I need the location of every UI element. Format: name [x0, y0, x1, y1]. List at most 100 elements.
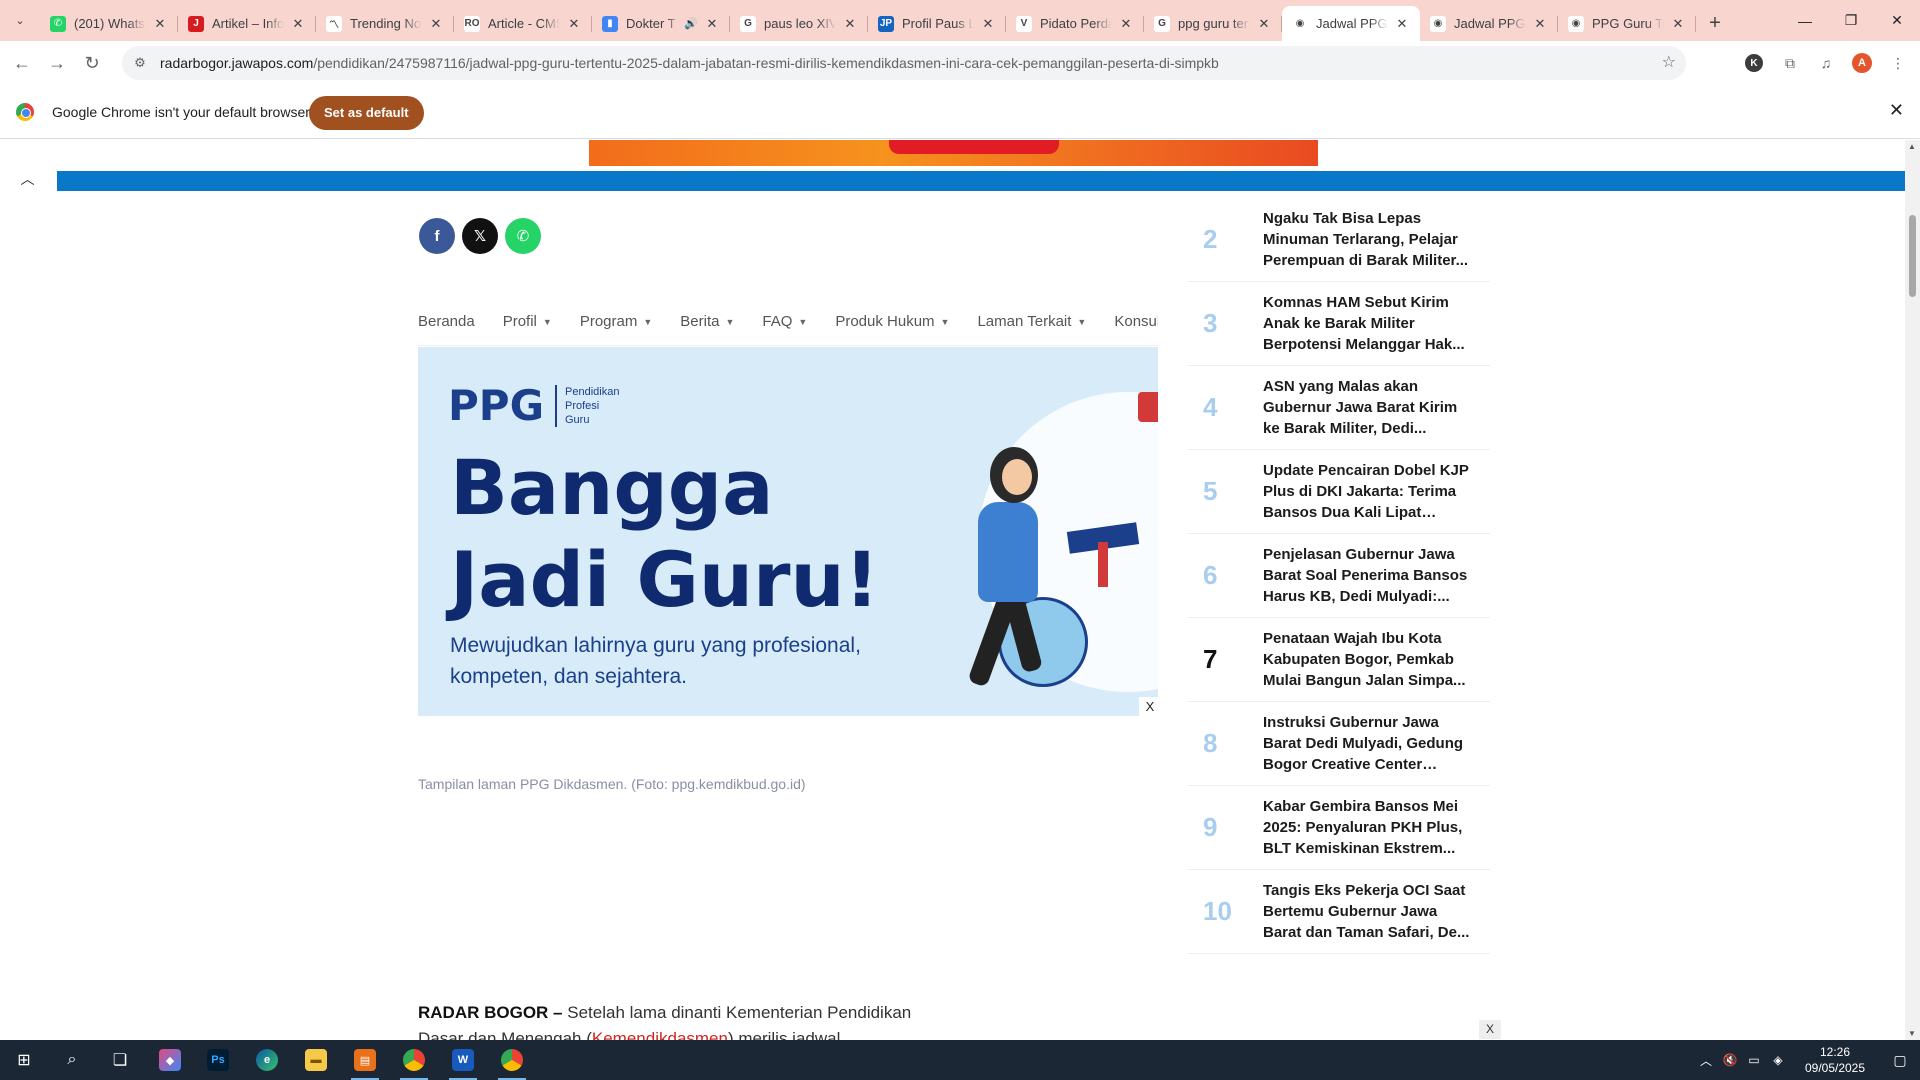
browser-tab[interactable]: J Artikel – Info ✕ — [178, 6, 316, 41]
nav-item[interactable]: Konsultasi — [1114, 313, 1158, 330]
menu-kebab-icon[interactable]: ⋮ — [1884, 49, 1912, 77]
audio-playing-icon[interactable]: 🔊 — [684, 17, 698, 30]
browser-tab[interactable]: ◉ PPG Guru Te ✕ — [1558, 6, 1696, 41]
tab-close-icon[interactable]: ✕ — [1118, 16, 1134, 32]
scrollbar-thumb[interactable] — [1909, 215, 1916, 297]
popular-article-item[interactable]: 3 Komnas HAM Sebut Kirim Anak ke Barak Mi… — [1187, 282, 1490, 366]
file-explorer-icon[interactable]: ▬ — [292, 1040, 340, 1080]
browser-tab[interactable]: ◉ Jadwal PPG ✕ — [1420, 6, 1558, 41]
extension-k-icon[interactable]: K — [1740, 49, 1768, 77]
whatsapp-share-icon[interactable]: ✆ — [505, 218, 541, 254]
top-ad-banner[interactable] — [589, 140, 1318, 166]
nav-item[interactable]: Produk Hukum ▼ — [835, 313, 949, 330]
popular-article-item[interactable]: 2 Ngaku Tak Bisa Lepas Minuman Terlarang,… — [1187, 198, 1490, 282]
browser-tab[interactable]: JP Profil Paus Le ✕ — [868, 6, 1006, 41]
popular-article-title[interactable]: Tangis Eks Pekerja OCI Saat Bertemu Gube… — [1263, 880, 1473, 943]
tab-close-icon[interactable]: ✕ — [290, 16, 306, 32]
scroll-down-icon[interactable]: ▼ — [1908, 1029, 1916, 1038]
media-control-icon[interactable]: ♫ — [1812, 49, 1840, 77]
task-view-icon[interactable]: ❏ — [96, 1040, 144, 1080]
nav-item[interactable]: Profil ▼ — [503, 313, 552, 330]
nav-item[interactable]: Berita ▼ — [680, 313, 734, 330]
tab-close-icon[interactable]: ✕ — [842, 16, 858, 32]
popular-article-item[interactable]: 4 ASN yang Malas akan Gubernur Jawa Barat… — [1187, 366, 1490, 450]
profile-avatar[interactable]: A — [1848, 49, 1876, 77]
nav-item[interactable]: Program ▼ — [580, 313, 652, 330]
browser-tab[interactable]: ✆ (201) WhatsApp ✕ — [40, 6, 178, 41]
popular-article-title[interactable]: Kabar Gembira Bansos Mei 2025: Penyalura… — [1263, 796, 1473, 859]
popular-article-title[interactable]: Update Pencairan Dobel KJP Plus di DKI J… — [1263, 460, 1473, 523]
site-info-icon[interactable]: ⚙ — [126, 49, 154, 77]
photoshop-icon[interactable]: Ps — [194, 1040, 242, 1080]
hero-close-button[interactable]: X — [1139, 697, 1161, 717]
tab-close-icon[interactable]: ✕ — [980, 16, 996, 32]
edge-icon[interactable]: e — [243, 1040, 291, 1080]
forward-icon[interactable]: → — [43, 49, 71, 77]
browser-tab[interactable]: ◉ Jadwal PPG ✕ — [1282, 6, 1420, 41]
ad-close-button[interactable]: X — [1479, 1020, 1501, 1039]
chrome-taskbar-icon[interactable] — [390, 1040, 438, 1080]
minimize-icon[interactable]: — — [1782, 0, 1828, 41]
volume-muted-icon[interactable]: 🔇 — [1718, 1053, 1742, 1067]
new-tab-icon[interactable]: + — [1700, 9, 1730, 39]
rank-number: 9 — [1203, 812, 1218, 842]
collapse-chevron-icon[interactable]: ︿ — [0, 166, 55, 192]
popular-article-title[interactable]: Komnas HAM Sebut Kirim Anak ke Barak Mil… — [1263, 292, 1473, 355]
set-default-button[interactable]: Set as default — [309, 96, 424, 130]
popular-article-item[interactable]: 10 Tangis Eks Pekerja OCI Saat Bertemu Gu… — [1187, 870, 1490, 954]
popular-article-title[interactable]: Penjelasan Gubernur Jawa Barat Soal Pene… — [1263, 544, 1473, 607]
bookmark-star-icon[interactable]: ☆ — [1662, 52, 1676, 72]
tab-close-icon[interactable]: ✕ — [1532, 16, 1548, 32]
extensions-puzzle-icon[interactable]: ⧉ — [1776, 49, 1804, 77]
facebook-share-icon[interactable]: f — [419, 218, 455, 254]
browser-tab[interactable]: V Pidato Perda ✕ — [1006, 6, 1144, 41]
tab-close-icon[interactable]: ✕ — [428, 16, 444, 32]
popular-article-title[interactable]: Instruksi Gubernur Jawa Barat Dedi Mulya… — [1263, 712, 1473, 775]
clock[interactable]: 12:26 09/05/2025 — [1790, 1044, 1880, 1076]
infobar-close-icon[interactable]: ✕ — [1889, 100, 1904, 121]
word-icon[interactable]: W — [439, 1040, 487, 1080]
back-icon[interactable]: ← — [8, 49, 36, 77]
close-window-icon[interactable]: ✕ — [1874, 0, 1920, 41]
security-icon[interactable]: ◈ — [1766, 1053, 1790, 1067]
url-text[interactable]: radarbogor.jawapos.com/pendidikan/247598… — [160, 55, 1219, 71]
notification-icon[interactable]: ▢ — [1880, 1052, 1920, 1069]
tab-close-icon[interactable]: ✕ — [1256, 16, 1272, 32]
reload-icon[interactable]: ↻ — [78, 49, 106, 77]
chrome-taskbar-icon-2[interactable] — [488, 1040, 536, 1080]
browser-tab[interactable]: RO Article - CMS ✕ — [454, 6, 592, 41]
tab-close-icon[interactable]: ✕ — [1670, 16, 1686, 32]
browser-tab[interactable]: Gppg guru ter ✕ — [1144, 6, 1282, 41]
tab-close-icon[interactable]: ✕ — [152, 16, 168, 32]
windows-start-icon[interactable]: ⊞ — [0, 1040, 48, 1080]
popular-article-item[interactable]: 7 Penataan Wajah Ibu Kota Kabupaten Bogor… — [1187, 618, 1490, 702]
tab-close-icon[interactable]: ✕ — [1394, 16, 1410, 32]
copilot-icon[interactable]: ◆ — [146, 1040, 194, 1080]
tab-close-icon[interactable]: ✕ — [704, 16, 720, 32]
search-icon[interactable]: ⌕ — [48, 1040, 96, 1080]
nav-item[interactable]: Laman Terkait ▼ — [977, 313, 1086, 330]
browser-tab[interactable]: Gpaus leo XIV ✕ — [730, 6, 868, 41]
browser-tab[interactable]: 〽 Trending Now ✕ — [316, 6, 454, 41]
address-bar[interactable]: ⚙ radarbogor.jawapos.com/pendidikan/2475… — [122, 46, 1686, 80]
slides-app-icon[interactable]: ▤ — [341, 1040, 389, 1080]
scroll-up-icon[interactable]: ▲ — [1908, 142, 1916, 151]
tab-search-icon[interactable]: ⌄ — [8, 8, 32, 32]
tray-chevron-icon[interactable]: ︿ — [1694, 1052, 1718, 1069]
x-share-icon[interactable]: 𝕏 — [462, 218, 498, 254]
nav-item[interactable]: Beranda — [418, 313, 475, 330]
popular-article-item[interactable]: 6 Penjelasan Gubernur Jawa Barat Soal Pen… — [1187, 534, 1490, 618]
popular-article-item[interactable]: 8 Instruksi Gubernur Jawa Barat Dedi Muly… — [1187, 702, 1490, 786]
restore-icon[interactable]: ❐ — [1828, 0, 1874, 41]
kemendikdasmen-link[interactable]: Kemendikdasmen — [592, 1029, 728, 1040]
page-scrollbar[interactable]: ▲ ▼ — [1905, 140, 1920, 1040]
tab-close-icon[interactable]: ✕ — [566, 16, 582, 32]
popular-article-item[interactable]: 5 Update Pencairan Dobel KJP Plus di DKI … — [1187, 450, 1490, 534]
nav-item[interactable]: FAQ ▼ — [762, 313, 807, 330]
popular-article-title[interactable]: Penataan Wajah Ibu Kota Kabupaten Bogor,… — [1263, 628, 1473, 691]
popular-article-title[interactable]: ASN yang Malas akan Gubernur Jawa Barat … — [1263, 376, 1473, 439]
popular-article-title[interactable]: Ngaku Tak Bisa Lepas Minuman Terlarang, … — [1263, 208, 1473, 271]
popular-article-item[interactable]: 9 Kabar Gembira Bansos Mei 2025: Penyalur… — [1187, 786, 1490, 870]
browser-tab[interactable]: ▮ Dokter T 🔊 ✕ — [592, 6, 730, 41]
network-icon[interactable]: ▭ — [1742, 1053, 1766, 1067]
